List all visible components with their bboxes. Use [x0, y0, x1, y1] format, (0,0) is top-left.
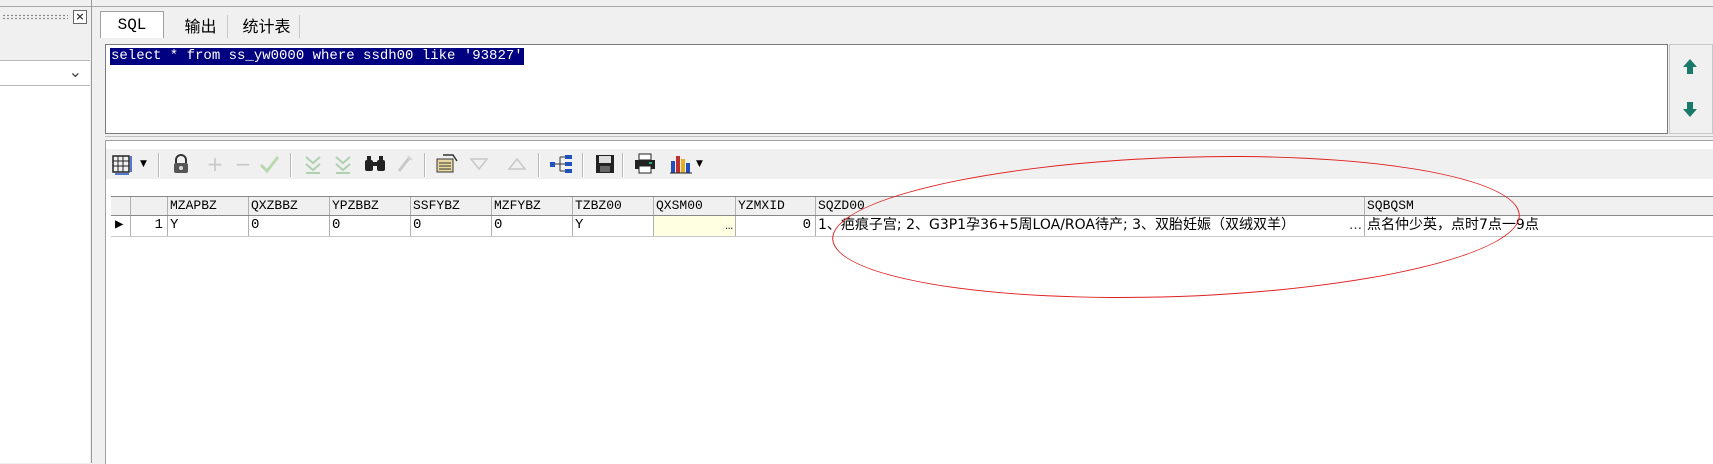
table-cell[interactable]: 0 — [736, 216, 816, 236]
table-cell[interactable]: 0 — [492, 216, 573, 236]
column-header[interactable]: QXSM00 — [654, 197, 736, 215]
table-cell[interactable]: Y — [168, 216, 249, 236]
clear-icon[interactable] — [392, 151, 418, 177]
column-header[interactable]: MZAPBZ — [168, 197, 249, 215]
arrow-down-icon[interactable] — [1680, 99, 1700, 119]
column-header[interactable]: YPZBBZ — [330, 197, 411, 215]
panel-grip-handle[interactable] — [2, 14, 68, 20]
tab-statistics[interactable]: 统计表 — [234, 15, 300, 38]
plus-icon[interactable]: + — [202, 151, 228, 177]
chart-icon[interactable] — [668, 151, 694, 177]
object-list[interactable] — [0, 86, 90, 463]
result-toolbar: ▼ + − ▼ — [106, 149, 1713, 179]
current-row-indicator-icon: ▶ — [111, 216, 131, 236]
left-panel: × ⌄ — [0, 0, 92, 463]
divider — [92, 6, 1713, 7]
toolbar-separator — [424, 153, 426, 177]
table-cell[interactable]: 0 — [411, 216, 492, 236]
tab-output[interactable]: 输出 — [174, 15, 228, 38]
column-header[interactable]: SSFYBZ — [411, 197, 492, 215]
toolbar-separator — [290, 153, 292, 177]
import-icon[interactable] — [434, 151, 460, 177]
column-header[interactable]: QXZBBZ — [249, 197, 330, 215]
toolbar-separator — [538, 153, 540, 177]
check-icon[interactable] — [256, 151, 282, 177]
toolbar-separator — [582, 153, 584, 177]
column-header[interactable]: MZFYBZ — [492, 197, 573, 215]
arrow-up-icon[interactable] — [1680, 57, 1700, 77]
tree-icon[interactable] — [548, 151, 574, 177]
sql-editor[interactable]: select * from ss_yw0000 where ssdh00 lik… — [105, 44, 1668, 134]
triangle-down-icon[interactable] — [466, 151, 492, 177]
history-nav — [1669, 44, 1713, 134]
toolbar-separator — [622, 153, 624, 177]
save-icon[interactable] — [592, 151, 618, 177]
tab-sql[interactable]: SQL — [100, 11, 164, 38]
chevron-down-icon[interactable]: ⌄ — [69, 62, 82, 81]
filter-down-all-icon[interactable] — [330, 151, 356, 177]
binoculars-icon[interactable] — [362, 151, 388, 177]
toolbar-separator — [158, 153, 160, 177]
print-icon[interactable] — [632, 151, 658, 177]
table-cell-editable[interactable]: … — [654, 216, 736, 236]
row-number: 1 — [131, 216, 168, 236]
column-header[interactable]: TZBZ00 — [573, 197, 654, 215]
triangle-up-icon[interactable] — [504, 151, 530, 177]
table-cell[interactable]: 0 — [330, 216, 411, 236]
filter-down-icon[interactable] — [300, 151, 326, 177]
object-selector-dropdown[interactable]: ⌄ — [0, 60, 90, 86]
sql-query-text[interactable]: select * from ss_yw0000 where ssdh00 lik… — [110, 48, 524, 65]
column-header[interactable]: YZMXID — [736, 197, 816, 215]
lock-icon[interactable] — [168, 151, 194, 177]
table-cell[interactable]: Y — [573, 216, 654, 236]
minus-icon[interactable]: − — [230, 151, 256, 177]
chevron-down-icon[interactable]: ▼ — [696, 159, 703, 169]
close-icon[interactable]: × — [73, 10, 87, 24]
row-indicator-header — [111, 197, 131, 215]
row-number-header — [131, 197, 168, 215]
divider — [0, 6, 91, 7]
grid-layout-icon[interactable] — [110, 151, 136, 177]
chevron-down-icon[interactable]: ▼ — [140, 159, 147, 169]
table-cell[interactable]: 0 — [249, 216, 330, 236]
ellipsis-button[interactable]: … — [725, 216, 733, 235]
